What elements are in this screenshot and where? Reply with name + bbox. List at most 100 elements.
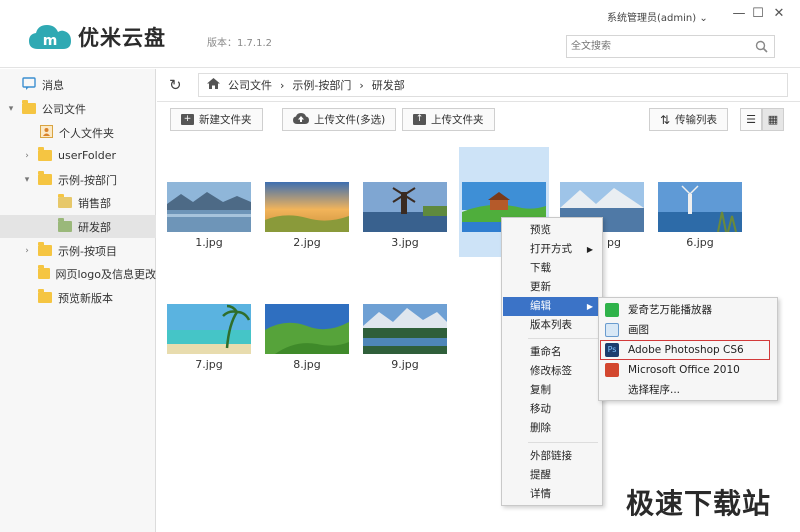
menu-item-remind[interactable]: 提醒 bbox=[503, 466, 601, 485]
folder-icon bbox=[38, 242, 52, 256]
sidebar-item-userfolder[interactable]: › userFolder bbox=[22, 144, 116, 167]
new-folder-button[interactable]: + 新建文件夹 bbox=[170, 108, 263, 131]
transfer-list-button[interactable]: ⇅ 传输列表 bbox=[649, 108, 729, 131]
submenu-item-label: Microsoft Office 2010 bbox=[628, 364, 740, 376]
image-thumbnail bbox=[363, 304, 447, 354]
chevron-down-icon[interactable]: ▾ bbox=[6, 104, 16, 114]
sidebar-item-label: 个人文件夹 bbox=[59, 126, 114, 140]
app-logo: m 优米云盘 bbox=[28, 22, 166, 52]
sidebar-item-label: 销售部 bbox=[78, 196, 111, 210]
file-item[interactable]: 6.jpg bbox=[655, 182, 745, 249]
open-with-submenu: 爱奇艺万能播放器 画图 Ps Adobe Photoshop CS6 Micro… bbox=[598, 297, 778, 401]
file-name: 1.jpg bbox=[195, 236, 223, 249]
user-menu[interactable]: 系统管理员(admin) ⌄ bbox=[607, 9, 708, 24]
submenu-item-label: 选择程序... bbox=[628, 384, 681, 396]
image-thumbnail bbox=[265, 182, 349, 232]
menu-item-label: 打开方式 bbox=[530, 243, 572, 255]
sidebar-item-sales[interactable]: 销售部 bbox=[58, 191, 111, 214]
folder-icon bbox=[58, 194, 72, 208]
user-name: 系统管理员(admin) bbox=[607, 13, 697, 24]
close-button[interactable]: ✕ bbox=[771, 6, 787, 22]
breadcrumb: 公司文件 › 示例-按部门 › 研发部 bbox=[198, 73, 788, 97]
button-label: 新建文件夹 bbox=[199, 114, 252, 126]
sidebar-item-messages[interactable]: 消息 bbox=[22, 73, 64, 96]
iqiyi-player-icon bbox=[605, 303, 619, 317]
submenu-item-choose-program[interactable]: 选择程序... bbox=[600, 380, 776, 400]
home-icon[interactable] bbox=[207, 78, 220, 92]
submenu-item-office[interactable]: Microsoft Office 2010 bbox=[600, 360, 776, 380]
menu-item-open-with[interactable]: 打开方式 ▶ bbox=[503, 240, 601, 259]
sidebar: 消息 ▾ 公司文件 个人文件夹 › userFolder ▾ 示例-按部门 销售… bbox=[0, 69, 156, 532]
menu-item-move[interactable]: 移动 bbox=[503, 400, 601, 419]
transfer-icon: ⇅ bbox=[660, 112, 671, 127]
svg-text:m: m bbox=[43, 33, 58, 49]
menu-item-details[interactable]: 详情 bbox=[503, 485, 601, 504]
sidebar-item-personal-folder[interactable]: 个人文件夹 bbox=[40, 121, 114, 144]
breadcrumb-item[interactable]: 研发部 bbox=[372, 77, 405, 93]
menu-divider bbox=[528, 442, 598, 443]
file-item[interactable]: 9.jpg bbox=[360, 304, 450, 371]
file-item[interactable]: 8.jpg bbox=[262, 304, 352, 371]
submenu-item-iqiyi-player[interactable]: 爱奇艺万能播放器 bbox=[600, 300, 776, 320]
menu-item-update[interactable]: 更新 bbox=[503, 278, 601, 297]
menu-item-rename[interactable]: 重命名 bbox=[503, 343, 601, 362]
sidebar-item-web-logo[interactable]: 网页logo及信息更改 bbox=[38, 262, 156, 285]
sidebar-item-by-project[interactable]: › 示例-按项目 bbox=[22, 239, 117, 262]
upload-folder-button[interactable]: ↑ 上传文件夹 bbox=[402, 108, 495, 131]
chevron-down-icon[interactable]: ▾ bbox=[22, 175, 32, 185]
chevron-right-icon[interactable]: › bbox=[22, 246, 32, 256]
submenu-item-paint[interactable]: 画图 bbox=[600, 320, 776, 340]
watermark: 极速下载站 bbox=[626, 487, 772, 520]
file-item[interactable]: 1.jpg bbox=[164, 182, 254, 249]
sidebar-item-label: userFolder bbox=[58, 149, 116, 162]
folder-icon bbox=[38, 289, 52, 303]
app-name: 优米云盘 bbox=[78, 26, 166, 50]
menu-item-edit-tags[interactable]: 修改标签 bbox=[503, 362, 601, 381]
menu-item-external-link[interactable]: 外部链接 bbox=[503, 447, 601, 466]
file-item[interactable]: 2.jpg bbox=[262, 182, 352, 249]
sidebar-item-preview-version[interactable]: 预览新版本 bbox=[38, 286, 113, 309]
menu-item-preview[interactable]: 预览 bbox=[503, 221, 601, 240]
file-name: 7.jpg bbox=[195, 358, 223, 371]
file-name: 8.jpg bbox=[293, 358, 321, 371]
sidebar-item-label: 公司文件 bbox=[42, 102, 86, 116]
list-view-icon[interactable]: ☰ bbox=[740, 108, 762, 131]
version-label: 版本：1.7.1.2 bbox=[207, 38, 272, 49]
file-item[interactable]: 3.jpg bbox=[360, 182, 450, 249]
menu-item-delete[interactable]: 删除 bbox=[503, 419, 601, 438]
upload-files-button[interactable]: 上传文件(多选) bbox=[282, 108, 397, 131]
search-icon[interactable] bbox=[755, 40, 768, 53]
refresh-icon[interactable]: ↻ bbox=[169, 77, 185, 93]
file-name: 2.jpg bbox=[293, 236, 321, 249]
submenu-item-photoshop[interactable]: Ps Adobe Photoshop CS6 bbox=[600, 340, 770, 360]
paint-icon bbox=[605, 323, 619, 337]
breadcrumb-item[interactable]: 公司文件 bbox=[228, 77, 272, 93]
sidebar-item-by-department[interactable]: ▾ 示例-按部门 bbox=[22, 168, 117, 191]
sidebar-item-rnd[interactable]: 研发部 bbox=[0, 215, 156, 238]
folder-icon bbox=[38, 265, 50, 279]
sidebar-item-label: 示例-按项目 bbox=[58, 244, 117, 258]
image-thumbnail bbox=[265, 304, 349, 354]
menu-item-version-list[interactable]: 版本列表 bbox=[503, 316, 601, 335]
button-label: 上传文件夹 bbox=[431, 114, 484, 126]
search-input[interactable] bbox=[567, 36, 747, 57]
menu-item-copy[interactable]: 复制 bbox=[503, 381, 601, 400]
chevron-right-icon[interactable]: › bbox=[22, 151, 32, 161]
menu-item-download[interactable]: 下载 bbox=[503, 259, 601, 278]
menu-item-edit[interactable]: 编辑 ▶ bbox=[503, 297, 601, 316]
chevron-right-icon: ▶ bbox=[586, 245, 593, 254]
breadcrumb-item[interactable]: 示例-按部门 bbox=[292, 77, 351, 93]
sidebar-item-label: 预览新版本 bbox=[58, 291, 113, 305]
folder-icon bbox=[22, 100, 36, 114]
sidebar-item-company-files[interactable]: ▾ 公司文件 bbox=[6, 97, 86, 120]
maximize-button[interactable]: ☐ bbox=[750, 6, 766, 22]
sidebar-item-label: 消息 bbox=[42, 78, 64, 92]
folder-icon bbox=[58, 218, 72, 232]
minimize-button[interactable]: — bbox=[731, 6, 747, 22]
chevron-right-icon: › bbox=[280, 78, 285, 92]
sidebar-item-label: 研发部 bbox=[78, 220, 111, 234]
chevron-down-icon: ⌄ bbox=[699, 13, 708, 24]
file-item[interactable]: 7.jpg bbox=[164, 304, 254, 371]
cloud-logo-icon: m bbox=[28, 23, 72, 51]
grid-view-icon[interactable]: ▦ bbox=[762, 108, 784, 131]
